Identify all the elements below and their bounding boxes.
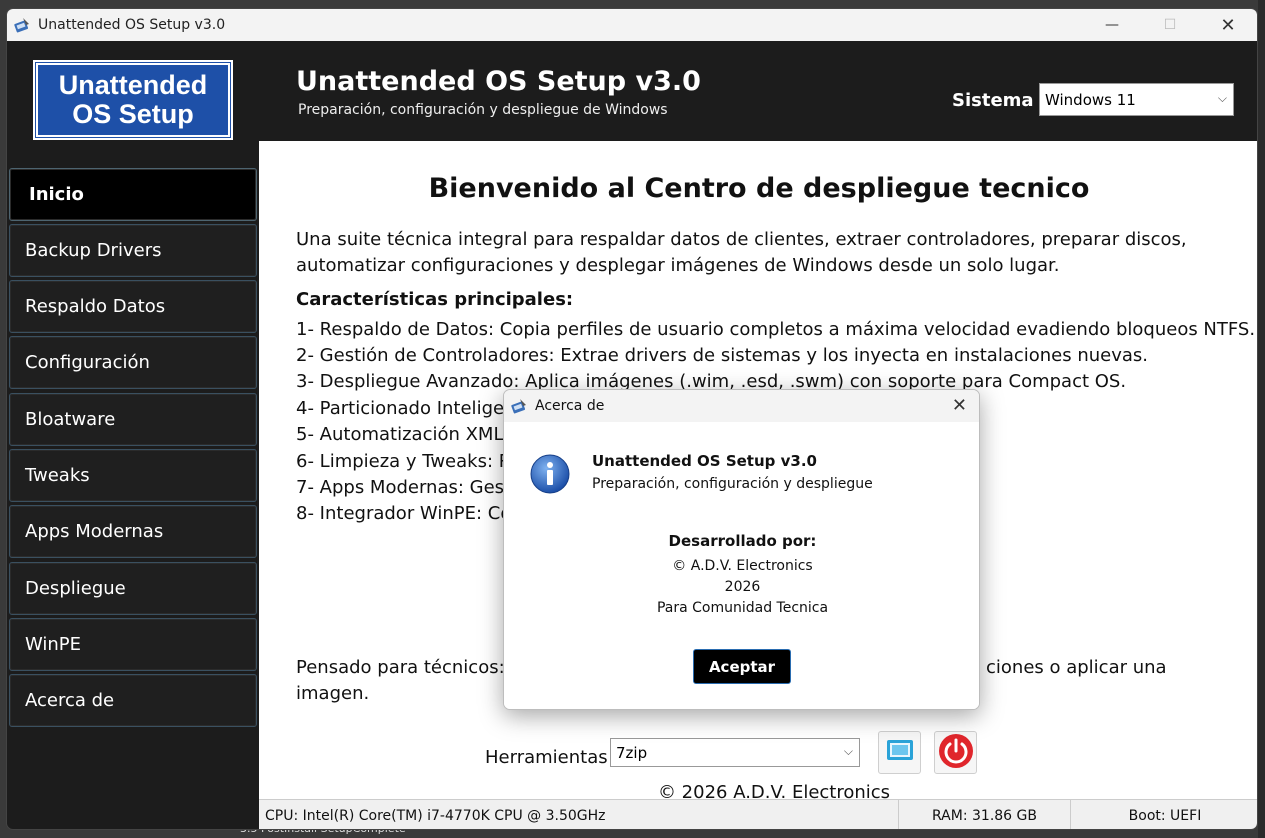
sidebar-item-label: WinPE <box>25 634 82 655</box>
sidebar-item-label: Tweaks <box>25 465 90 486</box>
maximize-button[interactable]: ☐ <box>1141 9 1199 41</box>
monitor-icon <box>885 738 915 768</box>
chevron-down-icon: ⌵ <box>843 744 853 758</box>
status-cpu: CPU: Intel(R) Core(TM) i7-4770K CPU @ 3.… <box>259 800 899 829</box>
status-boot: Boot: UEFI <box>1128 807 1202 824</box>
status-ram: RAM: 31.86 GB <box>899 800 1071 829</box>
app-subtitle: Preparación, configuración y despliegue … <box>298 102 668 118</box>
dialog-app-description: Preparación, configuración y despliegue <box>592 476 873 492</box>
sidebar-item-tweaks[interactable]: Tweaks <box>9 449 257 502</box>
sidebar-item-apps-modernas[interactable]: Apps Modernas <box>9 505 257 558</box>
accept-button-label: Aceptar <box>693 649 791 684</box>
dialog-app-name: Unattended OS Setup v3.0 <box>592 452 817 470</box>
closing-text-line2: imagen. <box>296 683 370 704</box>
sidebar-item-label: Apps Modernas <box>25 521 164 542</box>
sidebar-item-configuracion[interactable]: Configuración <box>9 336 257 389</box>
accept-button[interactable]: Aceptar <box>693 649 791 684</box>
title-bar[interactable]: Unattended OS Setup v3.0 — ☐ ✕ <box>7 9 1257 41</box>
sidebar-item-label: Despliegue <box>25 578 126 599</box>
tools-label: Herramientas <box>485 747 608 768</box>
info-icon <box>530 454 570 494</box>
sidebar: Inicio Backup Drivers Respaldo Datos Con… <box>7 141 259 821</box>
window-title: Unattended OS Setup v3.0 <box>38 17 226 33</box>
dialog-close-button[interactable]: ✕ <box>952 395 967 416</box>
app-icon <box>508 395 530 417</box>
logo-line2: OS Setup <box>72 99 194 129</box>
system-label: Sistema <box>952 90 1034 111</box>
sidebar-item-label: Respaldo Datos <box>25 296 166 317</box>
desktop-background-right <box>1258 0 1265 838</box>
feature-item: 1- Respaldo de Datos: Copia perfiles de … <box>296 319 1256 340</box>
dialog-company: © A.D.V. Electronics <box>672 558 813 574</box>
dialog-year: 2026 <box>724 579 761 595</box>
sidebar-item-bloatware[interactable]: Bloatware <box>9 393 257 446</box>
logo-badge: Unattended OS Setup <box>35 62 231 138</box>
sidebar-item-label: Configuración <box>25 352 150 373</box>
dialog-community: Para Comunidad Tecnica <box>656 600 829 616</box>
page-title: Bienvenido al Centro de despliegue tecni… <box>428 173 1090 204</box>
sidebar-item-acerca-de[interactable]: Acerca de <box>9 674 257 727</box>
sidebar-item-label: Inicio <box>29 184 84 205</box>
sidebar-item-label: Backup Drivers <box>25 240 162 261</box>
sidebar-item-backup-drivers[interactable]: Backup Drivers <box>9 224 257 277</box>
dialog-title-bar[interactable]: Acerca de ✕ <box>504 390 979 422</box>
tools-select-value: 7zip <box>616 743 648 762</box>
tools-select[interactable]: 7zip ⌵ <box>610 738 860 767</box>
status-bar: CPU: Intel(R) Core(TM) i7-4770K CPU @ 3.… <box>259 799 1257 829</box>
close-button[interactable]: ✕ <box>1199 9 1257 41</box>
intro-text: Una suite técnica integral para respalda… <box>296 227 1187 279</box>
system-select-value: Windows 11 <box>1045 90 1136 109</box>
closing-text-right: ciones o aplicar una <box>986 657 1167 678</box>
system-select[interactable]: Windows 11 ⌵ <box>1039 83 1234 116</box>
screen-tool-button[interactable] <box>878 731 921 774</box>
sidebar-item-despliegue[interactable]: Despliegue <box>9 562 257 615</box>
intro-line-1: Una suite técnica integral para respalda… <box>296 229 1187 250</box>
feature-item: 2- Gestión de Controladores: Extrae driv… <box>296 345 1149 366</box>
features-title: Características principales: <box>296 289 574 310</box>
app-header: Unattended OS Setup Unattended OS Setup … <box>7 41 1257 141</box>
sidebar-item-inicio[interactable]: Inicio <box>9 168 257 221</box>
sidebar-item-label: Bloatware <box>25 409 116 430</box>
logo: Unattended OS Setup <box>33 60 233 140</box>
intro-line-2: automatizar configuraciones y desplegar … <box>296 255 1060 276</box>
logo-line1: Unattended <box>58 70 208 100</box>
minimize-button[interactable]: — <box>1083 9 1141 41</box>
closing-text-left: Pensado para técnicos: n <box>296 657 522 678</box>
sidebar-item-winpe[interactable]: WinPE <box>9 618 257 671</box>
sidebar-item-label: Acerca de <box>25 690 115 711</box>
dialog-title: Acerca de <box>535 398 605 414</box>
power-icon <box>938 733 974 773</box>
app-title: Unattended OS Setup v3.0 <box>296 66 701 97</box>
sidebar-item-respaldo-datos[interactable]: Respaldo Datos <box>9 280 257 333</box>
app-icon <box>11 14 33 36</box>
chevron-down-icon: ⌵ <box>1217 91 1227 105</box>
power-button[interactable] <box>934 731 977 774</box>
dialog-developed-by: Desarrollado por: <box>668 532 817 550</box>
about-dialog: Acerca de ✕ Unattended OS Setup v3.0 Pre… <box>503 389 980 710</box>
